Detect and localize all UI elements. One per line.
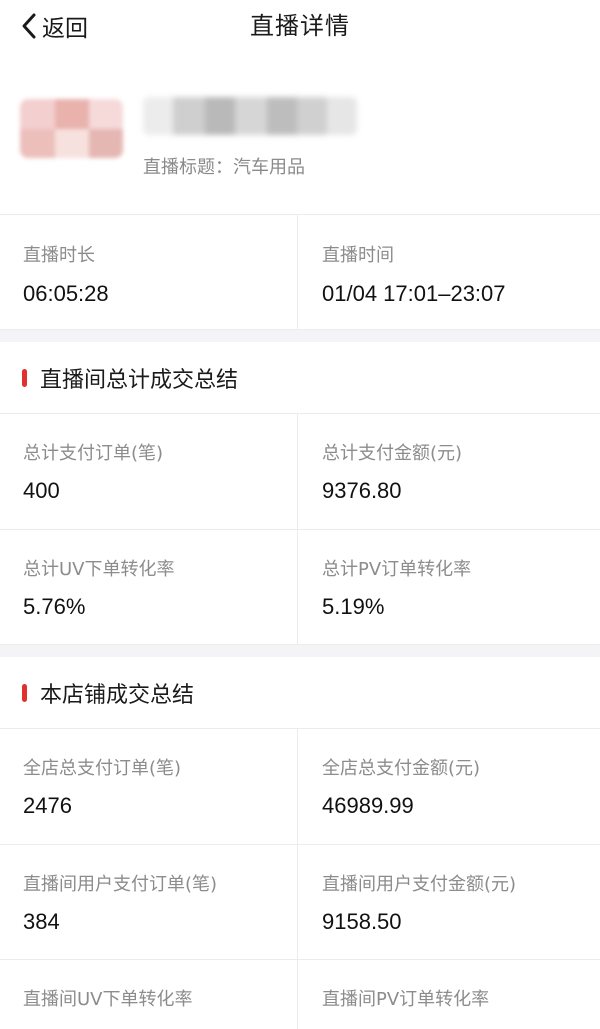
section-title: 本店铺成交总结 [40, 683, 195, 708]
metric-value: 5.76% [23, 594, 86, 619]
live-duration-cell: 直播时长 06:05:28 [0, 215, 298, 329]
metrics-row: 全店总支付订单(笔) 2476 全店总支付金额(元) 46989.99 [0, 729, 600, 845]
metric-cell: 直播间用户支付金额(元) 9158.50 [299, 845, 600, 959]
section-marker [22, 684, 27, 702]
metric-value: 06:05:28 [23, 281, 109, 306]
live-subtitle: 直播标题：汽车用品 [143, 157, 305, 178]
metric-cell: 总计PV订单转化率 5.19% [299, 530, 600, 644]
metric-cell: 总计支付订单(笔) 400 [0, 414, 298, 529]
store-summary-header: 本店铺成交总结 [0, 657, 600, 729]
metric-value: 9158.50 [322, 909, 402, 934]
metric-label: 总计UV下单转化率 [23, 559, 175, 580]
metric-cell: 总计支付金额(元) 9376.80 [299, 414, 600, 529]
metrics-row: 总计UV下单转化率 5.76% 总计PV订单转化率 5.19% [0, 530, 600, 645]
nav-bar: 返回 直播详情 [0, 0, 600, 52]
metric-label: 全店总支付金额(元) [322, 758, 481, 779]
metric-value: 400 [23, 478, 60, 503]
metrics-row: 直播间UV下单转化率 直播间PV订单转化率 [0, 960, 600, 1029]
metric-cell: 总计UV下单转化率 5.76% [0, 530, 298, 644]
metric-value: 5.19% [322, 594, 385, 619]
metric-value: 9376.80 [322, 478, 402, 503]
metric-cell: 直播间PV订单转化率 [299, 960, 600, 1029]
page-title: 直播详情 [250, 12, 350, 40]
metric-value: 2476 [23, 793, 72, 818]
metrics-row: 总计支付订单(笔) 400 总计支付金额(元) 9376.80 [0, 414, 600, 530]
metric-label: 总计支付订单(笔) [23, 443, 164, 464]
section-title: 直播间总计成交总结 [40, 368, 239, 393]
metric-label: 全店总支付订单(笔) [23, 758, 182, 779]
avatar [20, 99, 123, 158]
metric-value: 01/04 17:01–23:07 [322, 281, 506, 306]
metric-cell: 直播间用户支付订单(笔) 384 [0, 845, 298, 959]
metric-value: 384 [23, 909, 60, 934]
live-time-cell: 直播时间 01/04 17:01–23:07 [299, 215, 600, 329]
metric-cell: 直播间UV下单转化率 [0, 960, 298, 1029]
room-summary-header: 直播间总计成交总结 [0, 342, 600, 414]
blurred-streamer-name [143, 97, 357, 135]
live-profile-card: 直播标题：汽车用品 [0, 52, 600, 215]
metric-label: 直播间PV订单转化率 [322, 989, 490, 1010]
metric-label: 总计PV订单转化率 [322, 559, 472, 580]
section-gap [0, 645, 600, 657]
metric-label: 直播间用户支付金额(元) [322, 874, 517, 895]
metric-label: 直播时长 [23, 245, 95, 266]
metric-label: 直播间UV下单转化率 [23, 989, 193, 1010]
section-gap [0, 330, 600, 342]
metric-value: 46989.99 [322, 793, 414, 818]
metric-cell: 全店总支付金额(元) 46989.99 [299, 729, 600, 844]
metric-label: 直播时间 [322, 245, 394, 266]
metric-label: 直播间用户支付订单(笔) [23, 874, 218, 895]
metrics-row: 直播间用户支付订单(笔) 384 直播间用户支付金额(元) 9158.50 [0, 845, 600, 960]
metric-cell: 全店总支付订单(笔) 2476 [0, 729, 298, 844]
live-info-row: 直播时长 06:05:28 直播时间 01/04 17:01–23:07 [0, 215, 600, 330]
section-marker [22, 369, 27, 387]
metric-label: 总计支付金额(元) [322, 443, 463, 464]
